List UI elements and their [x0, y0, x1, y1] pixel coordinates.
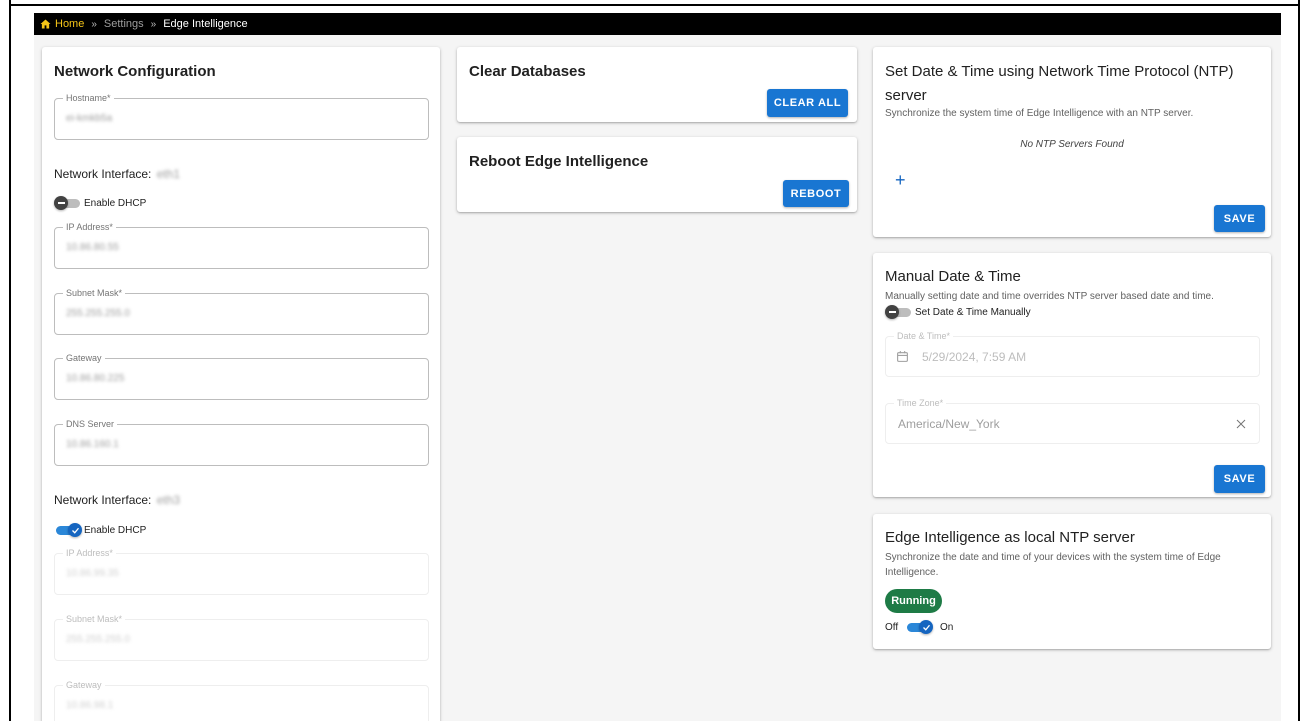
breadcrumb: Home » Settings » Edge Intelligence: [34, 13, 1281, 35]
ip-address-value: 10.86.80.55: [66, 242, 119, 253]
gateway-field-eth1[interactable]: Gateway 10.86.80.225: [54, 352, 429, 400]
hostname-field[interactable]: Hostname* ei-kmkb5a: [54, 92, 429, 140]
calendar-icon: [897, 351, 908, 362]
local-ntp-toggle[interactable]: [905, 620, 933, 634]
local-ntp-title: Edge Intelligence as local NTP server: [885, 529, 1135, 546]
gateway-label: Gateway: [63, 679, 105, 691]
ntp-subtitle: Synchronize the system time of Edge Inte…: [885, 108, 1194, 119]
breadcrumb-separator: »: [91, 18, 97, 30]
gateway-field-eth3[interactable]: Gateway 10.86.98.1: [54, 679, 429, 721]
status-badge: Running: [885, 589, 942, 613]
window-border-left: [9, 0, 11, 721]
gateway-value: 10.86.98.1: [66, 700, 114, 711]
subnet-mask-label: Subnet Mask*: [63, 287, 126, 299]
hostname-value: ei-kmkb5a: [66, 113, 113, 124]
reboot-card: Reboot Edge Intelligence REBOOT: [457, 137, 857, 212]
breadcrumb-home-link[interactable]: Home: [40, 18, 84, 30]
timezone-field[interactable]: Time Zone* America/New_York: [885, 397, 1260, 444]
subnet-mask-value: 255.255.255.0: [66, 634, 130, 645]
ntp-server-card: Set Date & Time using Network Time Proto…: [873, 47, 1271, 237]
manual-title: Manual Date & Time: [885, 268, 1021, 285]
dhcp-label-eth3: Enable DHCP: [84, 525, 147, 536]
dns-server-field-eth1[interactable]: DNS Server 10.86.160.1: [54, 418, 429, 466]
network-interface-name: eth3: [156, 493, 181, 507]
ip-address-value: 10.86.99.35: [66, 568, 119, 579]
network-interface-heading: Network Interface: eth1: [54, 167, 180, 181]
toggle-knob: [885, 305, 899, 319]
subnet-mask-value: 255.255.255.0: [66, 308, 130, 319]
manual-subtitle: Manually setting date and time overrides…: [885, 291, 1214, 302]
dhcp-toggle-eth1[interactable]: [54, 196, 82, 210]
breadcrumb-home-label: Home: [55, 18, 85, 30]
clear-databases-card: Clear Databases CLEAR ALL: [457, 47, 857, 122]
reboot-button[interactable]: REBOOT: [783, 180, 849, 207]
toggle-knob: [54, 196, 68, 210]
datetime-field[interactable]: Date & Time* 5/29/2024, 7:59 AM: [885, 330, 1260, 377]
ip-address-label: IP Address*: [63, 547, 116, 559]
off-label: Off: [885, 622, 899, 633]
manual-save-button[interactable]: SAVE: [1214, 465, 1265, 493]
dhcp-label-eth1: Enable DHCP: [84, 198, 147, 209]
hostname-label: Hostname*: [63, 92, 114, 104]
home-icon: [40, 19, 51, 29]
network-interface-heading: Network Interface: eth3: [54, 493, 180, 507]
window-border-right: [1298, 0, 1300, 721]
manual-toggle-label: Set Date & Time Manually: [915, 307, 1031, 318]
reboot-title: Reboot Edge Intelligence: [469, 153, 649, 170]
clear-all-button[interactable]: CLEAR ALL: [767, 89, 848, 117]
timezone-label: Time Zone*: [894, 397, 947, 409]
add-ntp-server-icon[interactable]: +: [895, 171, 906, 189]
check-icon: [919, 620, 933, 634]
ip-address-label: IP Address*: [63, 221, 116, 233]
ntp-title-line2: server: [885, 87, 927, 104]
local-ntp-card: Edge Intelligence as local NTP server Sy…: [873, 514, 1271, 649]
datetime-value: 5/29/2024, 7:59 AM: [922, 350, 1027, 364]
local-ntp-subtitle: Synchronize the date and time of your de…: [885, 552, 1221, 578]
ip-address-field-eth1[interactable]: IP Address* 10.86.80.55: [54, 221, 429, 269]
timezone-value: America/New_York: [898, 417, 1000, 431]
ip-address-field-eth3[interactable]: IP Address* 10.86.99.35: [54, 547, 429, 595]
window-border-top: [9, 4, 1300, 6]
breadcrumb-settings[interactable]: Settings: [104, 18, 144, 30]
datetime-label: Date & Time*: [894, 330, 954, 342]
breadcrumb-current: Edge Intelligence: [163, 18, 248, 30]
ntp-save-button[interactable]: SAVE: [1214, 205, 1265, 232]
check-icon: [68, 523, 82, 537]
subnet-mask-label: Subnet Mask*: [63, 613, 126, 625]
on-label: On: [940, 622, 954, 633]
dns-server-value: 10.86.160.1: [66, 439, 119, 450]
dhcp-toggle-eth3[interactable]: [54, 523, 82, 537]
subnet-mask-field-eth3[interactable]: Subnet Mask* 255.255.255.0: [54, 613, 429, 661]
network-config-card: Network Configuration Hostname* ei-kmkb5…: [42, 47, 440, 721]
manual-datetime-toggle[interactable]: [885, 305, 913, 319]
subnet-mask-field-eth1[interactable]: Subnet Mask* 255.255.255.0: [54, 287, 429, 335]
network-config-title: Network Configuration: [54, 63, 216, 80]
ntp-title-line1: Set Date & Time using Network Time Proto…: [885, 63, 1234, 80]
network-interface-label: Network Interface:: [54, 493, 152, 507]
manual-datetime-card: Manual Date & Time Manually setting date…: [873, 253, 1271, 497]
clear-databases-title: Clear Databases: [469, 63, 586, 80]
network-interface-name: eth1: [156, 167, 181, 181]
network-interface-label: Network Interface:: [54, 167, 152, 181]
gateway-value: 10.86.80.225: [66, 373, 125, 384]
gateway-label: Gateway: [63, 352, 105, 364]
dns-server-label: DNS Server: [63, 418, 118, 430]
clear-icon[interactable]: [1235, 418, 1247, 430]
ntp-empty-message: No NTP Servers Found: [1020, 139, 1124, 150]
main-content: Network Configuration Hostname* ei-kmkb5…: [34, 35, 1281, 721]
breadcrumb-separator: »: [150, 18, 157, 30]
